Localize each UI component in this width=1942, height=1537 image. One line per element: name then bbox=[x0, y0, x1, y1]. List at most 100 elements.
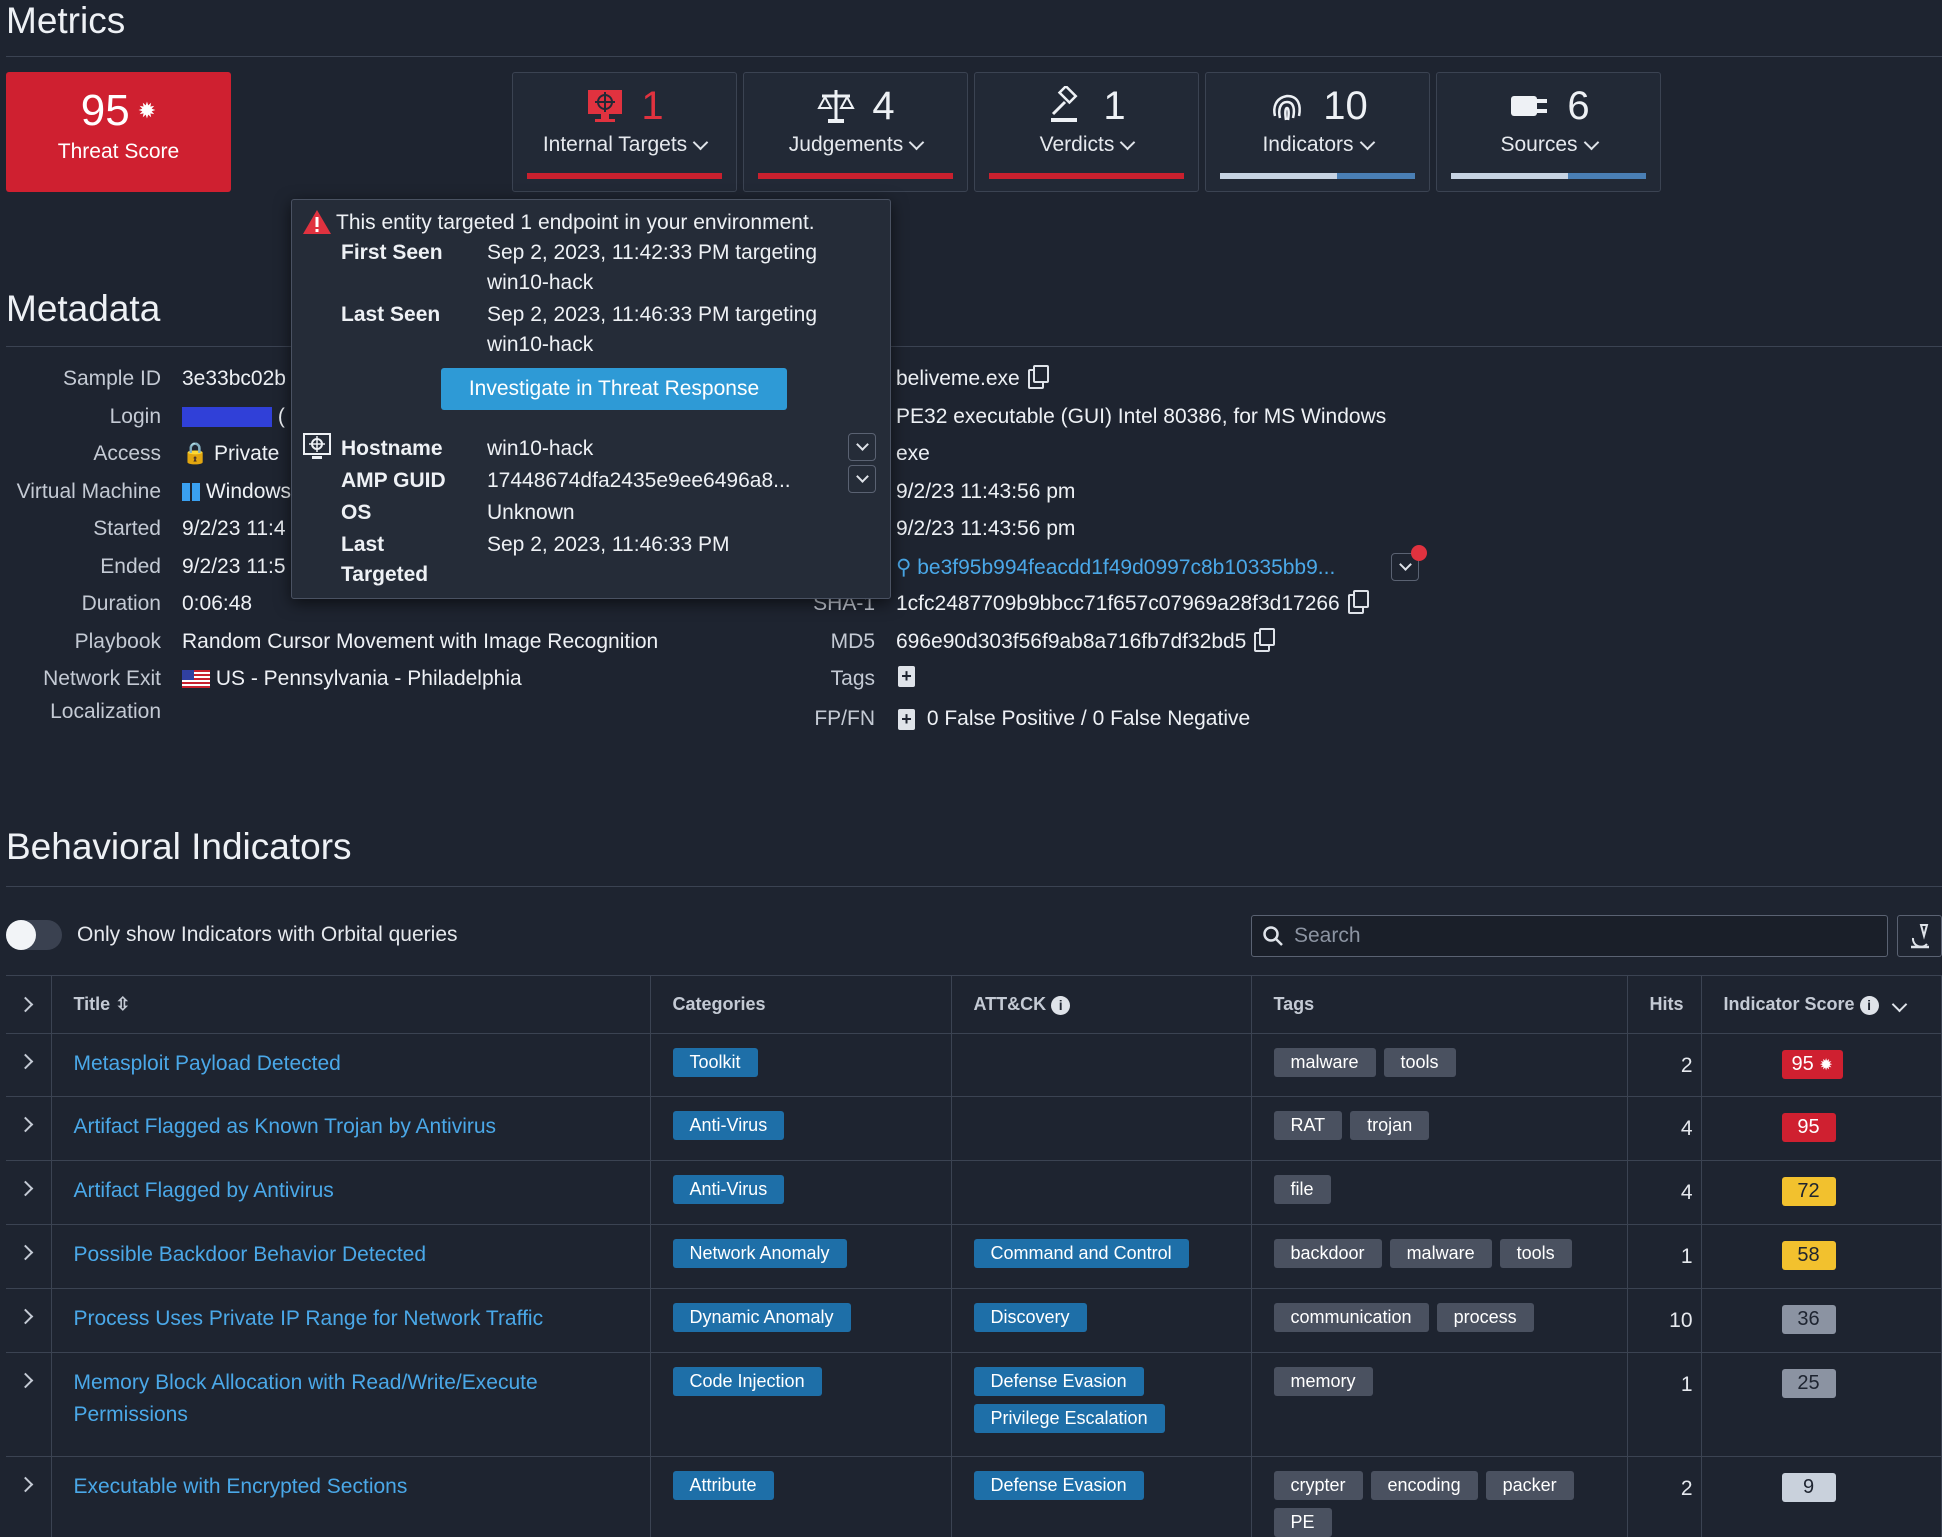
table-row[interactable]: Metasploit Payload Detected Toolkit malwar… bbox=[6, 1033, 1942, 1097]
indicator-title-link[interactable]: Metasploit Payload Detected bbox=[74, 1034, 650, 1080]
add-document-icon[interactable]: + bbox=[898, 708, 915, 730]
expand-all-header[interactable] bbox=[6, 975, 52, 1034]
row-attack-cell bbox=[951, 1033, 1252, 1097]
info-icon[interactable]: i bbox=[1051, 995, 1071, 1015]
localization-label: Localization bbox=[50, 700, 161, 723]
row-score-cell: 58 bbox=[1701, 1224, 1942, 1289]
warning-icon bbox=[303, 210, 331, 234]
vm-label: Virtual Machine bbox=[16, 480, 161, 503]
indicator-title-link[interactable]: Possible Backdoor Behavior Detected bbox=[74, 1225, 650, 1271]
metric-sources[interactable]: 6 Sources bbox=[1436, 72, 1661, 192]
sort-icon: ⇳ bbox=[115, 994, 131, 1014]
indicator-score-badge: 72 bbox=[1781, 1177, 1836, 1206]
microscope-icon bbox=[1910, 924, 1929, 949]
category-pill: Toolkit bbox=[672, 1048, 758, 1077]
row-expand[interactable] bbox=[6, 1160, 52, 1225]
verdicts-count: 1 bbox=[1103, 83, 1126, 128]
indicator-score-badge: 36 bbox=[1781, 1305, 1836, 1334]
duration-label: Duration bbox=[81, 592, 161, 615]
indicator-title-link[interactable]: Memory Block Allocation with Read/Write/… bbox=[74, 1353, 650, 1431]
row-expand[interactable] bbox=[6, 1033, 52, 1097]
metric-internal-targets[interactable]: 1 Internal Targets bbox=[512, 72, 737, 192]
attack-pill[interactable]: Privilege Escalation bbox=[973, 1404, 1165, 1433]
info-icon[interactable]: i bbox=[1859, 995, 1879, 1015]
metric-judgements[interactable]: 4 Judgements bbox=[743, 72, 968, 192]
attack-pill[interactable]: Discovery bbox=[973, 1303, 1087, 1332]
sources-count: 6 bbox=[1567, 83, 1590, 128]
md5-label: MD5 bbox=[830, 630, 875, 653]
divider bbox=[6, 886, 1942, 887]
col-tags: Tags bbox=[1251, 975, 1628, 1034]
skull-icon bbox=[1411, 545, 1427, 561]
row-hits: 1 bbox=[1627, 1352, 1702, 1457]
copy-icon[interactable] bbox=[1347, 590, 1369, 615]
investigate-button[interactable]: Investigate in Threat Response bbox=[441, 368, 787, 410]
row-expand[interactable] bbox=[6, 1456, 52, 1537]
amp-guid-expand-button[interactable] bbox=[848, 465, 876, 493]
fpfn-label: FP/FN bbox=[814, 707, 875, 730]
internal-targets-popover: This entity targeted 1 endpoint in your … bbox=[291, 199, 891, 599]
attack-pill[interactable]: Defense Evasion bbox=[973, 1471, 1144, 1500]
tag-pill: malware bbox=[1389, 1239, 1492, 1268]
attack-pill[interactable]: Defense Evasion bbox=[973, 1367, 1144, 1396]
row-expand[interactable] bbox=[6, 1096, 52, 1161]
col-title[interactable]: Title ⇳ bbox=[51, 975, 651, 1034]
row-tags-cell: communication process bbox=[1251, 1288, 1628, 1353]
time-2-value: 9/2/23 11:43:56 pm bbox=[896, 517, 1076, 540]
row-title-cell: Possible Backdoor Behavior Detected bbox=[51, 1224, 651, 1289]
sha256-link[interactable]: be3f95b994feacdd1f49d0997c8b10335bb9... bbox=[917, 556, 1335, 579]
metric-indicators[interactable]: 10 Indicators bbox=[1205, 72, 1430, 192]
last-targeted-label: Last bbox=[341, 533, 385, 556]
score-value: 36 bbox=[1797, 1308, 1820, 1330]
login-label: Login bbox=[109, 405, 161, 428]
table-row[interactable]: Memory Block Allocation with Read/Write/… bbox=[6, 1352, 1942, 1457]
table-row[interactable]: Process Uses Private IP Range for Networ… bbox=[6, 1288, 1942, 1353]
fpfn-text: 0 False Positive / 0 False Negative bbox=[926, 707, 1251, 730]
row-expand[interactable] bbox=[6, 1352, 52, 1457]
indicator-title-link[interactable]: Process Uses Private IP Range for Networ… bbox=[74, 1289, 650, 1335]
hostname-value: win10-hack bbox=[487, 437, 594, 460]
chevron-down-icon bbox=[855, 437, 869, 451]
orbital-toggle[interactable] bbox=[6, 920, 62, 950]
search-box[interactable] bbox=[1251, 915, 1888, 957]
copy-icon[interactable] bbox=[1027, 365, 1049, 390]
metric-verdicts[interactable]: 1 Verdicts bbox=[974, 72, 1199, 192]
chevron-down-icon bbox=[1398, 557, 1412, 571]
table-row[interactable]: Artifact Flagged by Antivirus Anti-Virus f… bbox=[6, 1160, 1942, 1225]
filename-value: beliveme.exe bbox=[896, 365, 1049, 391]
attack-pill[interactable]: Command and Control bbox=[973, 1239, 1189, 1268]
access-text: Private bbox=[214, 442, 280, 465]
hostname-expand-button[interactable] bbox=[848, 433, 876, 461]
tag-pill: encoding bbox=[1370, 1471, 1478, 1500]
orbital-query-button[interactable] bbox=[1897, 915, 1942, 957]
row-expand[interactable] bbox=[6, 1224, 52, 1289]
search-input[interactable] bbox=[1294, 924, 1854, 948]
chevron-right-icon bbox=[17, 1244, 34, 1261]
row-score-cell: 95 bbox=[1701, 1096, 1942, 1161]
indicator-title-link[interactable]: Artifact Flagged by Antivirus bbox=[74, 1161, 650, 1207]
indicator-score-badge: 58 bbox=[1781, 1241, 1836, 1270]
tag-pill: PE bbox=[1273, 1508, 1332, 1537]
plug-icon bbox=[1511, 96, 1548, 116]
last-seen-value: Sep 2, 2023, 11:46:33 PM targeting bbox=[487, 303, 818, 326]
table-row[interactable]: Possible Backdoor Behavior Detected Netwo… bbox=[6, 1224, 1942, 1289]
add-tag-button[interactable]: + bbox=[898, 664, 915, 688]
table-row[interactable]: Artifact Flagged as Known Trojan by Anti… bbox=[6, 1096, 1942, 1161]
last-targeted-label-2: Targeted bbox=[341, 563, 429, 586]
table-row[interactable]: Executable with Encrypted Sections Attrib… bbox=[6, 1456, 1942, 1537]
metadata-title: Metadata bbox=[6, 288, 161, 329]
tag-pill: file bbox=[1273, 1175, 1331, 1204]
indicator-title-link[interactable]: Executable with Encrypted Sections bbox=[74, 1457, 650, 1503]
indicator-title-link[interactable]: Artifact Flagged as Known Trojan by Anti… bbox=[74, 1097, 650, 1143]
internal-targets-label: Internal Targets bbox=[542, 133, 688, 156]
col-indicator-score[interactable]: Indicator Score i bbox=[1701, 975, 1942, 1034]
started-label: Started bbox=[93, 517, 161, 540]
row-expand[interactable] bbox=[6, 1288, 52, 1353]
score-value: 25 bbox=[1797, 1372, 1820, 1394]
copy-icon[interactable] bbox=[1254, 628, 1276, 653]
amp-guid-label: AMP GUID bbox=[341, 469, 446, 492]
row-title-cell: Artifact Flagged as Known Trojan by Anti… bbox=[51, 1096, 651, 1161]
row-categories-cell: Dynamic Anomaly bbox=[650, 1288, 952, 1353]
sha256-value: ⚲ be3f95b994feacdd1f49d0997c8b10335bb9..… bbox=[896, 555, 1335, 580]
fingerprint-icon bbox=[1273, 94, 1302, 121]
